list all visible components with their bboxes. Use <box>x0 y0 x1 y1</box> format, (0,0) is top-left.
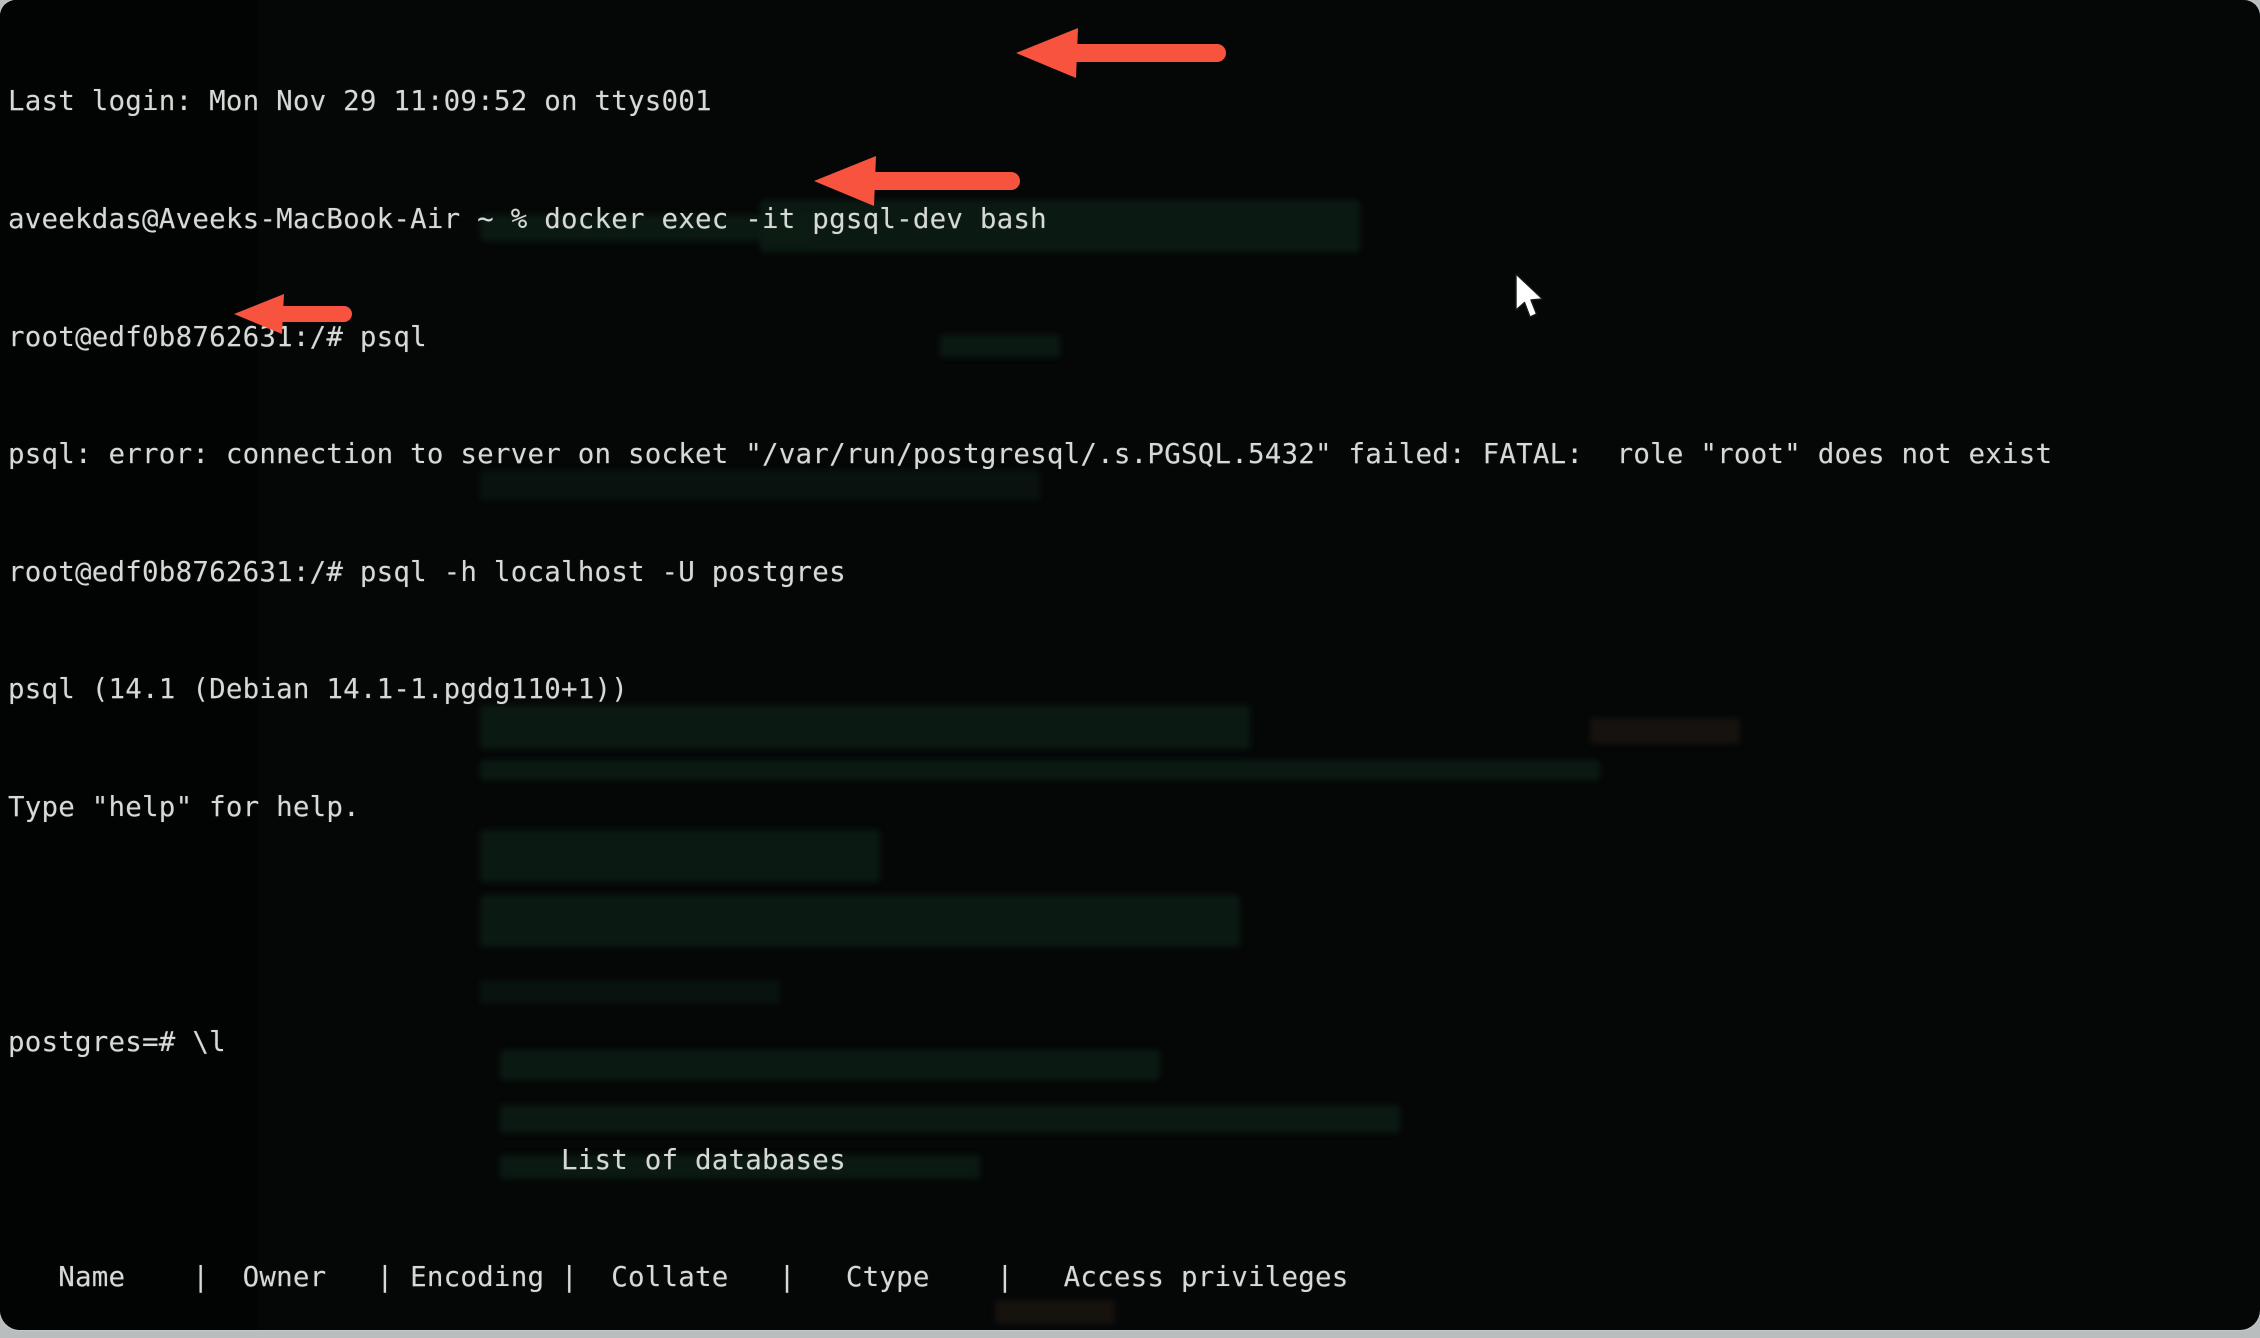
terminal-line: postgres=# \l <box>8 1026 226 1059</box>
terminal-table-title: List of databases <box>8 1143 846 1176</box>
terminal-line: psql: error: connection to server on soc… <box>8 438 2053 471</box>
terminal-window[interactable]: Last login: Mon Nov 29 11:09:52 on ttys0… <box>0 0 2260 1330</box>
terminal-line: root@edf0b8762631:/# psql -h localhost -… <box>8 555 846 588</box>
terminal-line: Last login: Mon Nov 29 11:09:52 on ttys0… <box>8 85 712 118</box>
terminal-line: aveekdas@Aveeks-MacBook-Air ~ % docker e… <box>8 203 1047 235</box>
screen: Last login: Mon Nov 29 11:09:52 on ttys0… <box>0 0 2260 1338</box>
terminal-output[interactable]: Last login: Mon Nov 29 11:09:52 on ttys0… <box>8 4 2248 1330</box>
terminal-line: root@edf0b8762631:/# psql <box>8 320 427 353</box>
terminal-table-header: Name | Owner | Encoding | Collate | Ctyp… <box>8 1261 1399 1294</box>
terminal-line: psql (14.1 (Debian 14.1-1.pgdg110+1)) <box>8 673 628 706</box>
terminal-line: Type "help" for help. <box>8 790 360 823</box>
